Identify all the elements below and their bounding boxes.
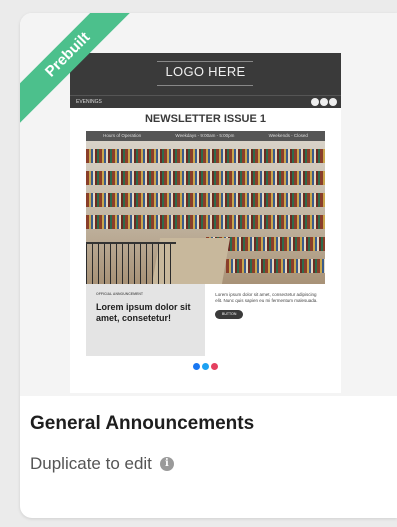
announcement-headline: Lorem ipsum dolor sit amet, consetetur! — [96, 302, 191, 323]
facebook-icon — [311, 98, 319, 106]
header-social-icons — [311, 98, 337, 106]
railing — [86, 242, 176, 284]
content-section: OFFICIAL ANNOUNCEMENT Lorem ipsum dolor … — [86, 284, 325, 356]
twitter-icon — [202, 363, 209, 370]
hours-weekends: Weekends - Closed — [268, 133, 308, 138]
library-hero-image — [86, 141, 325, 284]
logo-rule-bottom — [157, 85, 253, 86]
hours-weekdays: Weekdays - 9:00am - 5:00pm — [175, 133, 235, 138]
bookshelf-row — [226, 259, 325, 273]
instagram-icon — [329, 98, 337, 106]
announcement-kicker: OFFICIAL ANNOUNCEMENT — [96, 292, 144, 296]
prebuilt-ribbon: Prebuilt — [20, 13, 150, 143]
prebuilt-badge: Prebuilt — [20, 13, 142, 129]
announcement-box: OFFICIAL ANNOUNCEMENT Lorem ipsum dolor … — [86, 284, 206, 356]
bookshelf-row — [86, 171, 325, 185]
bookshelf-row — [86, 193, 325, 207]
bookshelf-row — [86, 149, 325, 163]
bookshelf-row — [86, 215, 325, 229]
twitter-icon — [320, 98, 328, 106]
body-text: Lorem ipsum dolor sit amet, consectetur … — [215, 292, 318, 303]
announcement-body: Lorem ipsum dolor sit amet, consectetur … — [205, 284, 325, 356]
template-preview[interactable]: LOGO HERE EVENINGS NEWSLETTER ISSUE 1 Ho… — [20, 13, 397, 396]
facebook-icon — [193, 363, 200, 370]
template-title[interactable]: General Announcements — [30, 413, 254, 435]
logo-rule-top — [157, 61, 253, 62]
info-icon[interactable]: i — [159, 457, 174, 471]
duplicate-label: Duplicate to edit — [30, 454, 152, 473]
footer-social-icons — [70, 363, 341, 370]
preview-button: BUTTON — [215, 310, 244, 319]
duplicate-hint: Duplicate to edit i — [30, 454, 174, 474]
instagram-icon — [211, 363, 218, 370]
template-card[interactable]: LOGO HERE EVENINGS NEWSLETTER ISSUE 1 Ho… — [20, 13, 397, 518]
